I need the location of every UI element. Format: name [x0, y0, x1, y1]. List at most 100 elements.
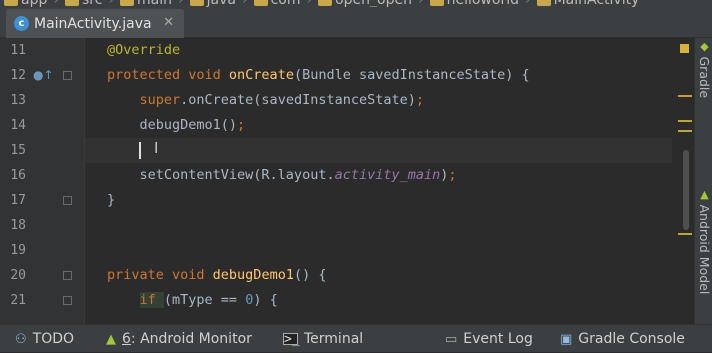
code-token: (Bundle savedInstanceState) { — [293, 67, 530, 83]
code-line[interactable]: 11 @Override — [0, 38, 712, 63]
code-token: private void — [107, 267, 213, 283]
code-token: (mType == — [163, 292, 246, 308]
tool-android-model[interactable]: ▲ Android Model — [697, 188, 712, 294]
breadcrumb-item[interactable]: helloworld — [429, 0, 519, 7]
terminal-icon: >_ — [283, 332, 300, 347]
breadcrumb-separator: › — [178, 0, 184, 7]
code-token: ) { — [253, 292, 278, 308]
stripe-mark[interactable] — [678, 130, 692, 132]
code-text: debugDemo1(); — [107, 113, 246, 138]
breadcrumb-label: com — [271, 0, 301, 7]
code-line[interactable]: 16 setContentView(R.layout.activity_main… — [0, 163, 712, 188]
warning-marker-icon[interactable] — [680, 44, 689, 53]
code-token: setContentView(R.layout. — [107, 167, 335, 183]
code-token: () { — [293, 267, 327, 283]
code-token: ; — [237, 117, 246, 133]
tool-event-log[interactable]: ▭ Event Log — [445, 325, 533, 353]
line-number: 13 — [10, 93, 26, 108]
fold-toggle-icon[interactable] — [63, 71, 72, 80]
breadcrumb-item[interactable]: src — [64, 0, 102, 7]
breadcrumb-item[interactable]: com — [253, 0, 301, 7]
folder-icon — [4, 0, 18, 6]
folder-icon — [120, 0, 135, 6]
override-method-icon[interactable]: ●↑ — [33, 63, 54, 88]
tool-android-monitor[interactable]: ▲ 6: Android Monitor — [106, 325, 252, 353]
code-line[interactable]: 12 protected void onCreate(Bundle savedIn… — [0, 63, 712, 88]
class-c-icon: c — [14, 16, 29, 31]
fold-toggle-icon[interactable] — [63, 296, 72, 305]
code-token: debugDemo1() — [107, 117, 238, 133]
gradle-label: Gradle — [697, 56, 712, 99]
code-token: super — [139, 92, 181, 108]
ibeam-cursor-icon: I — [154, 139, 159, 157]
code-token: activity_main — [334, 167, 441, 183]
event-log-icon: ▭ — [445, 331, 458, 347]
gradle-console-label: Gradle Console — [578, 331, 685, 347]
tool-gradle[interactable]: ◆ Gradle — [697, 40, 712, 98]
breadcrumb-item[interactable]: java — [189, 0, 236, 7]
code-token: ; — [448, 167, 457, 183]
line-number: 18 — [10, 218, 26, 233]
breadcrumb-label: MainActivity — [554, 0, 640, 7]
gradle-console-icon: ▣ — [560, 331, 573, 347]
code-token: .onCreate(savedInstanceState) — [180, 92, 416, 108]
android-icon: ▲ — [698, 188, 711, 205]
code-text: if (mType == 0) { — [107, 288, 278, 313]
line-number: 11 — [10, 43, 26, 58]
fold-toggle-icon[interactable] — [63, 271, 72, 280]
todo-label: TODO — [32, 331, 75, 347]
folder-icon — [189, 0, 204, 6]
breadcrumb-separator: › — [525, 0, 531, 7]
stripe-mark[interactable] — [678, 233, 692, 235]
gradle-icon: ◆ — [698, 40, 711, 57]
code-line[interactable]: 19 — [0, 238, 712, 263]
breadcrumb-separator: › — [53, 0, 59, 7]
breadcrumb-separator: › — [108, 0, 114, 7]
breadcrumb-item[interactable]: MainActivity — [536, 0, 640, 7]
line-number: 17 — [10, 193, 26, 208]
tab-main-activity[interactable]: c MainActivity.java ✕ — [6, 9, 184, 38]
code-line[interactable]: 15 — [10, 138, 672, 163]
line-number: 20 — [10, 268, 26, 283]
breadcrumb-item[interactable]: main — [120, 0, 172, 7]
android-icon: ▲ — [106, 331, 116, 347]
tool-todo[interactable]: ⚇ TODO — [15, 325, 74, 353]
error-stripe[interactable] — [672, 38, 694, 324]
code-line[interactable]: 21 if (mType == 0) { — [0, 288, 712, 313]
tool-gradle-console[interactable]: ▣ Gradle Console — [560, 325, 685, 353]
code-line[interactable]: 13 super.onCreate(savedInstanceState); — [0, 88, 712, 113]
fold-toggle-icon[interactable] — [63, 196, 72, 205]
stripe-mark[interactable] — [678, 95, 692, 97]
scrollbar-thumb[interactable] — [683, 150, 689, 230]
editor-tab-strip: c MainActivity.java ✕ — [0, 7, 712, 38]
todo-icon: ⚇ — [15, 331, 27, 347]
stripe-mark[interactable] — [678, 120, 692, 122]
code-line[interactable]: 14 debugDemo1(); — [0, 113, 712, 138]
folder-icon — [64, 0, 79, 6]
code-line[interactable]: 18 — [0, 213, 712, 238]
code-text: protected void onCreate(Bundle savedInst… — [107, 63, 530, 88]
code-text: } — [107, 188, 115, 213]
breadcrumb-label: open_open — [335, 0, 412, 7]
breadcrumb-item[interactable]: app — [4, 0, 47, 7]
tool-terminal[interactable]: >_ Terminal — [283, 325, 363, 353]
terminal-label: Terminal — [304, 331, 364, 347]
folder-icon — [253, 0, 268, 6]
code-token: protected void — [107, 67, 229, 83]
line-number: 16 — [10, 168, 26, 183]
breadcrumb-item[interactable]: open_open — [318, 0, 412, 7]
event-log-label: Event Log — [463, 331, 533, 347]
close-icon[interactable]: ✕ — [163, 15, 174, 30]
folder-icon — [429, 0, 444, 6]
code-token: ; — [415, 92, 424, 108]
line-number: 21 — [10, 293, 26, 308]
code-line[interactable]: 17} — [0, 188, 712, 213]
line-number: 19 — [10, 243, 26, 258]
breadcrumb-separator: › — [242, 0, 248, 7]
code-text: setContentView(R.layout.activity_main); — [107, 163, 457, 188]
breadcrumb-label: src — [82, 0, 102, 7]
code-line[interactable]: 20 private void debugDemo1() { — [0, 263, 712, 288]
android-model-label: Android Model — [697, 204, 712, 295]
